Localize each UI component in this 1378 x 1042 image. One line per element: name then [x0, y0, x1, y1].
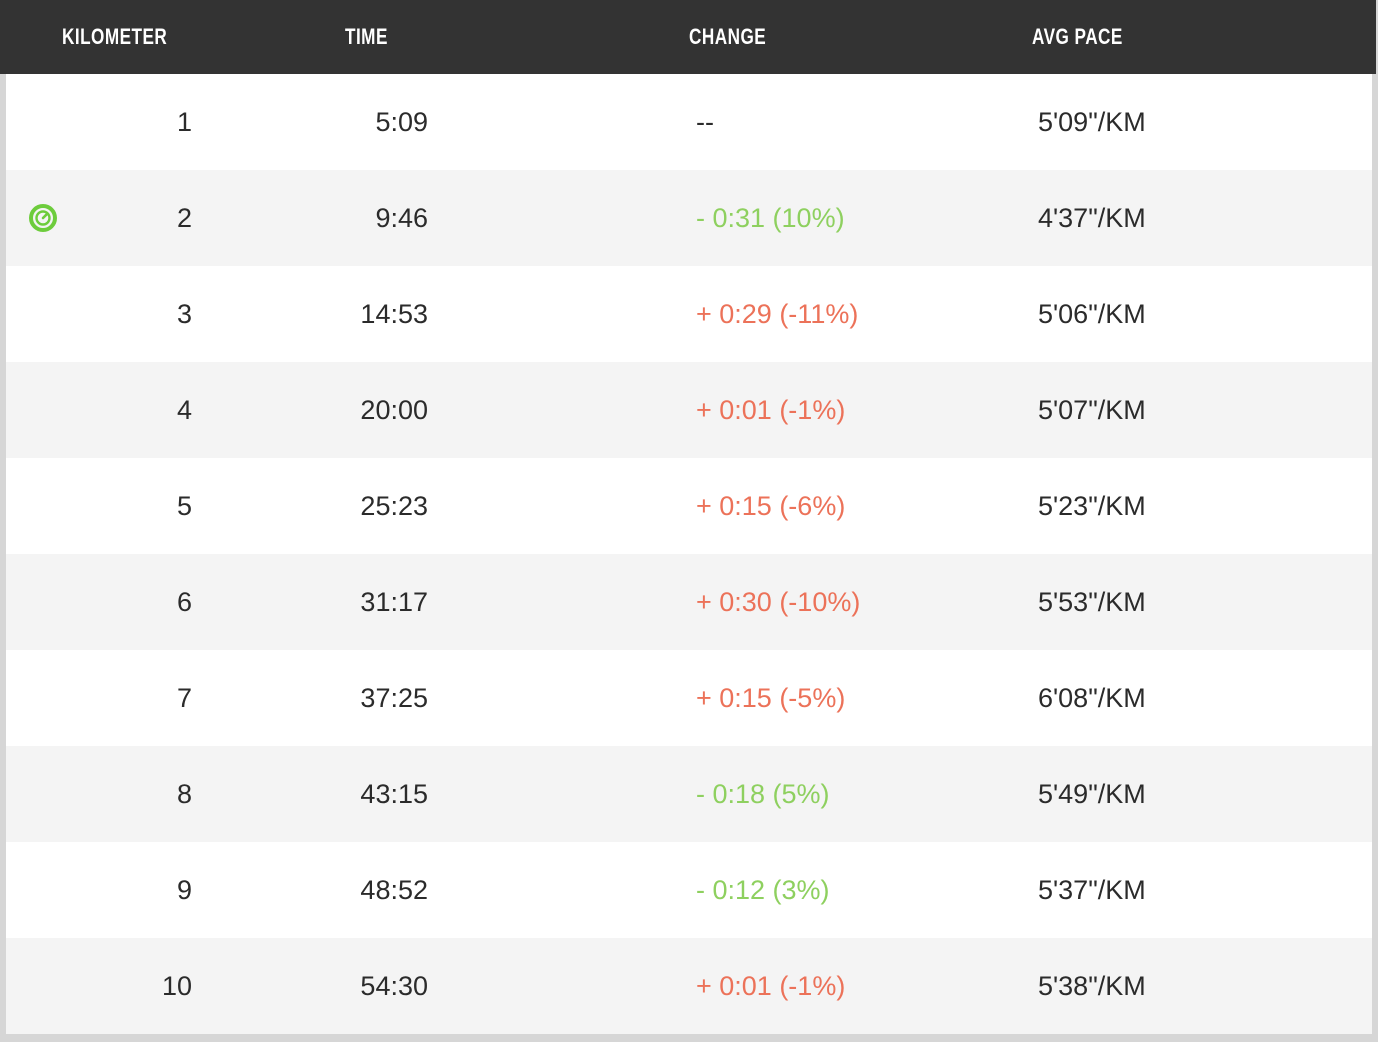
- table-body: 1 5:09 -- 5'09"/KM 2 9:46 - 0:31 (10%) 4'37"/KM…: [6, 74, 1372, 1034]
- cell-kilometer: 6: [176, 587, 192, 617]
- splits-table: KILOMETER TIME CHANGE AVG PACE 1 5:09 -- 5'…: [0, 0, 1376, 1034]
- cell-kilometer: 8: [176, 779, 192, 809]
- cell-time: 25:23: [360, 491, 428, 521]
- column-header-change[interactable]: CHANGE: [689, 0, 766, 74]
- cell-avg-pace: 5'53"/KM: [1038, 587, 1146, 617]
- cell-change: --: [696, 107, 714, 137]
- cell-avg-pace: 5'07"/KM: [1038, 395, 1146, 425]
- table-row[interactable]: 6 31:17 + 0:30 (-10%) 5'53"/KM: [6, 554, 1372, 650]
- cell-time: 5:09: [375, 107, 428, 137]
- cell-kilometer: 5: [176, 491, 192, 521]
- cell-kilometer: 3: [176, 299, 192, 329]
- table-row[interactable]: 4 20:00 + 0:01 (-1%) 5'07"/KM: [6, 362, 1372, 458]
- table-row[interactable]: 10 54:30 + 0:01 (-1%) 5'38"/KM: [6, 938, 1372, 1034]
- table-row[interactable]: 1 5:09 -- 5'09"/KM: [6, 74, 1372, 170]
- cell-time: 9:46: [375, 203, 428, 233]
- cell-avg-pace: 5'09"/KM: [1038, 107, 1146, 137]
- cell-kilometer: 10: [161, 971, 192, 1001]
- cell-change: + 0:01 (-1%): [696, 395, 846, 425]
- column-header-kilometer[interactable]: KILOMETER: [62, 0, 167, 74]
- cell-change: + 0:30 (-10%): [696, 587, 861, 617]
- cell-time: 14:53: [360, 299, 428, 329]
- table-row[interactable]: 5 25:23 + 0:15 (-6%) 5'23"/KM: [6, 458, 1372, 554]
- table-header-row: KILOMETER TIME CHANGE AVG PACE: [0, 0, 1376, 74]
- cell-change: + 0:15 (-6%): [696, 491, 846, 521]
- table-row[interactable]: 8 43:15 - 0:18 (5%) 5'49"/KM: [6, 746, 1372, 842]
- table-row[interactable]: 2 9:46 - 0:31 (10%) 4'37"/KM: [6, 170, 1372, 266]
- cell-avg-pace: 6'08"/KM: [1038, 683, 1146, 713]
- cell-kilometer: 1: [176, 107, 192, 137]
- cell-time: 43:15: [360, 779, 428, 809]
- table-row[interactable]: 3 14:53 + 0:29 (-11%) 5'06"/KM: [6, 266, 1372, 362]
- cell-time: 31:17: [360, 587, 428, 617]
- cell-kilometer: 2: [176, 203, 192, 233]
- table-row[interactable]: 9 48:52 - 0:12 (3%) 5'37"/KM: [6, 842, 1372, 938]
- cell-change: - 0:12 (3%): [696, 875, 830, 905]
- cell-avg-pace: 5'38"/KM: [1038, 971, 1146, 1001]
- cell-change: + 0:29 (-11%): [696, 299, 859, 329]
- column-header-avg-pace[interactable]: AVG PACE: [1032, 0, 1123, 74]
- cell-avg-pace: 5'23"/KM: [1038, 491, 1146, 521]
- cell-time: 20:00: [360, 395, 428, 425]
- cell-avg-pace: 5'06"/KM: [1038, 299, 1146, 329]
- cell-change: - 0:31 (10%): [696, 203, 845, 233]
- cell-time: 54:30: [360, 971, 428, 1001]
- cell-time: 48:52: [360, 875, 428, 905]
- cell-kilometer: 7: [176, 683, 192, 713]
- cell-avg-pace: 4'37"/KM: [1038, 203, 1146, 233]
- cell-change: + 0:01 (-1%): [696, 971, 846, 1001]
- cell-kilometer: 9: [176, 875, 192, 905]
- cell-change: - 0:18 (5%): [696, 779, 830, 809]
- column-header-time[interactable]: TIME: [345, 0, 388, 74]
- page-frame: KILOMETER TIME CHANGE AVG PACE 1 5:09 -- 5'…: [0, 0, 1378, 1042]
- table-row[interactable]: 7 37:25 + 0:15 (-5%) 6'08"/KM: [6, 650, 1372, 746]
- cell-avg-pace: 5'49"/KM: [1038, 779, 1146, 809]
- cell-kilometer: 4: [176, 395, 192, 425]
- cell-time: 37:25: [360, 683, 428, 713]
- cell-change: + 0:15 (-5%): [696, 683, 846, 713]
- cell-avg-pace: 5'37"/KM: [1038, 875, 1146, 905]
